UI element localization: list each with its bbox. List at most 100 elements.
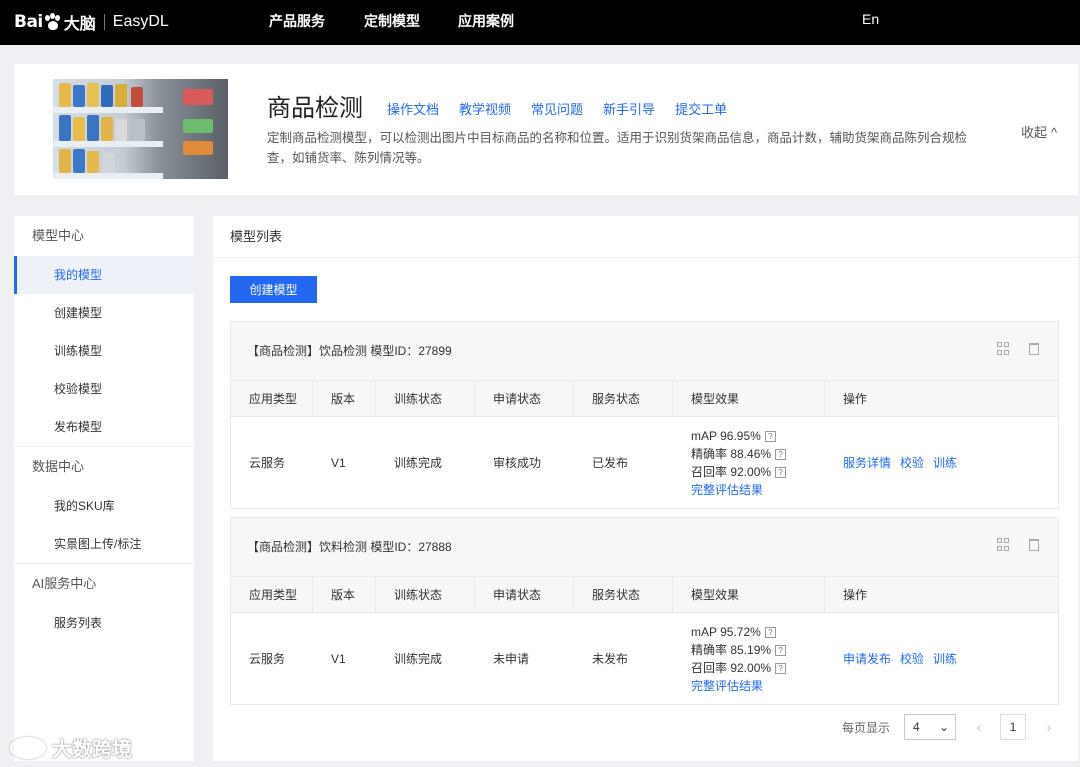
page-number[interactable]: 1 <box>1000 714 1027 740</box>
help-icon[interactable]: ? <box>775 466 787 478</box>
paw-icon <box>44 13 62 31</box>
sidebar-item-validate-model[interactable]: 校验模型 <box>14 370 194 408</box>
grid-icon[interactable] <box>997 538 1011 552</box>
baidu-ai-logo[interactable]: Bai 大脑 EasyDL <box>14 9 169 35</box>
metric-precision: 精确率 85.19% <box>691 642 772 657</box>
per-page-label: 每页显示 <box>842 720 891 735</box>
col-app-type: 应用类型 <box>231 381 313 416</box>
cell-service-status: 已发布 <box>592 456 629 470</box>
col-apply-status: 申请状态 <box>475 577 574 612</box>
full-eval-link[interactable]: 完整评估结果 <box>691 483 763 497</box>
collapse-button[interactable]: 收起 ^ <box>1017 122 1057 141</box>
validate-link[interactable]: 校验 <box>900 454 924 471</box>
cell-apply-status: 未申请 <box>493 652 530 666</box>
table-header: 应用类型 版本 训练状态 申请状态 服务状态 模型效果 操作 <box>231 576 1058 612</box>
model-card-header: 【商品检测】饮品检测 模型ID：27899 <box>231 322 1058 380</box>
sidebar-item-my-models[interactable]: 我的模型 <box>14 256 194 294</box>
model-card-header: 【商品检测】饮料检测 模型ID：27888 <box>231 518 1058 576</box>
logo-text: Bai <box>14 12 43 32</box>
link-videos[interactable]: 教学视频 <box>459 99 511 118</box>
help-icon[interactable]: ? <box>775 448 787 460</box>
sidebar-group-data-center: 数据中心 <box>32 459 85 474</box>
sidebar-item-sku-library[interactable]: 我的SKU库 <box>14 487 194 525</box>
col-actions: 操作 <box>843 588 868 602</box>
cell-app-type: 云服务 <box>249 652 286 666</box>
chevron-up-icon: ^ <box>1051 125 1058 140</box>
train-link[interactable]: 训练 <box>933 454 957 471</box>
chevron-down-icon: ⌄ <box>938 720 950 734</box>
model-title: 【商品检测】饮品检测 模型ID：27899 <box>247 344 452 358</box>
page-title: 商品检测 <box>267 94 363 122</box>
hero-links: 操作文档 教学视频 常见问题 新手引导 提交工单 <box>387 99 727 118</box>
collapse-label: 收起 <box>1021 125 1048 140</box>
grid-icon[interactable] <box>997 342 1011 356</box>
logo-divider <box>103 14 105 30</box>
sidebar-item-publish-model[interactable]: 发布模型 <box>14 408 194 446</box>
pagination: 每页显示 4 ⌄ ‹ 1 › <box>842 714 1062 740</box>
trash-icon[interactable] <box>1029 343 1039 355</box>
section-title: 模型列表 <box>213 216 1078 258</box>
help-icon[interactable]: ? <box>775 644 787 656</box>
trash-icon[interactable] <box>1029 539 1039 551</box>
cell-version: V1 <box>331 455 346 470</box>
sidebar-item-train-model[interactable]: 训练模型 <box>14 332 194 370</box>
cell-metrics: mAP 96.95%? 精确率 88.46%? 召回率 92.00%? 完整评估… <box>673 417 825 508</box>
apply-publish-link[interactable]: 申请发布 <box>843 650 891 667</box>
sidebar: 模型中心 我的模型 创建模型 训练模型 校验模型 发布模型 数据中心 我的SKU… <box>14 216 194 761</box>
prev-page-icon[interactable]: ‹ <box>966 719 992 735</box>
link-guide[interactable]: 新手引导 <box>603 99 655 118</box>
col-service-status: 服务状态 <box>574 577 673 612</box>
help-icon[interactable]: ? <box>764 626 776 638</box>
cell-version: V1 <box>331 651 346 666</box>
col-actions: 操作 <box>843 392 868 406</box>
metric-map: mAP 96.95% <box>691 428 761 443</box>
watermark-text: 大数跨境 <box>52 739 132 761</box>
nav-item-products[interactable]: 产品服务 <box>269 11 325 31</box>
sidebar-item-create-model[interactable]: 创建模型 <box>14 294 194 332</box>
cell-actions: 申请发布 校验 训练 <box>825 613 1058 704</box>
logo-cn: 大脑 <box>63 16 96 33</box>
service-detail-link[interactable]: 服务详情 <box>843 454 891 471</box>
link-ticket[interactable]: 提交工单 <box>675 99 727 118</box>
col-version: 版本 <box>313 577 376 612</box>
col-model-effect: 模型效果 <box>673 577 825 612</box>
cell-metrics: mAP 95.72%? 精确率 85.19%? 召回率 92.00%? 完整评估… <box>673 613 825 704</box>
top-nav: Bai 大脑 EasyDL 产品服务 定制模型 应用案例 En <box>0 0 1080 45</box>
product-shelf-image <box>53 79 228 179</box>
language-switch[interactable]: En <box>862 11 879 27</box>
model-card: 【商品检测】饮料检测 模型ID：27888 应用类型 版本 训练状态 申请状态 … <box>230 517 1059 705</box>
col-train-status: 训练状态 <box>376 381 475 416</box>
product-header: 商品检测 操作文档 教学视频 常见问题 新手引导 提交工单 定制商品检测模型，可… <box>14 64 1078 195</box>
sidebar-item-upload-label[interactable]: 实景图上传/标注 <box>14 525 194 563</box>
col-train-status: 训练状态 <box>376 577 475 612</box>
link-faq[interactable]: 常见问题 <box>531 99 583 118</box>
cell-train-status: 训练完成 <box>394 652 443 666</box>
table-row: 云服务 V1 训练完成 未申请 未发布 mAP 95.72%? 精确率 85.1… <box>231 612 1058 704</box>
page-description: 定制商品检测模型，可以检测出图片中目标商品的名称和位置。适用于识别货架商品信息，… <box>267 131 968 165</box>
cell-apply-status: 审核成功 <box>493 456 542 470</box>
validate-link[interactable]: 校验 <box>900 650 924 667</box>
metric-recall: 召回率 92.00% <box>691 464 772 479</box>
create-model-button[interactable]: 创建模型 <box>230 276 317 303</box>
sidebar-item-service-list[interactable]: 服务列表 <box>14 604 194 642</box>
next-page-icon[interactable]: › <box>1036 719 1062 735</box>
metric-precision: 精确率 88.46% <box>691 446 772 461</box>
train-link[interactable]: 训练 <box>933 650 957 667</box>
help-icon[interactable]: ? <box>775 662 787 674</box>
col-apply-status: 申请状态 <box>475 381 574 416</box>
col-version: 版本 <box>313 381 376 416</box>
table-row: 云服务 V1 训练完成 审核成功 已发布 mAP 96.95%? 精确率 88.… <box>231 416 1058 508</box>
metric-recall: 召回率 92.00% <box>691 660 772 675</box>
col-model-effect: 模型效果 <box>673 381 825 416</box>
model-list-panel: 模型列表 创建模型 【商品检测】饮品检测 模型ID：27899 应用类型 版本 … <box>213 216 1078 761</box>
metric-map: mAP 95.72% <box>691 624 761 639</box>
sidebar-group-model-center: 模型中心 <box>32 228 85 243</box>
full-eval-link[interactable]: 完整评估结果 <box>691 679 763 693</box>
col-app-type: 应用类型 <box>231 577 313 612</box>
help-icon[interactable]: ? <box>764 430 776 442</box>
link-docs[interactable]: 操作文档 <box>387 99 439 118</box>
nav-item-cases[interactable]: 应用案例 <box>458 11 514 31</box>
model-title: 【商品检测】饮料检测 模型ID：27888 <box>247 540 452 554</box>
per-page-select[interactable]: 4 ⌄ <box>904 714 957 740</box>
nav-item-custom-model[interactable]: 定制模型 <box>364 11 420 31</box>
